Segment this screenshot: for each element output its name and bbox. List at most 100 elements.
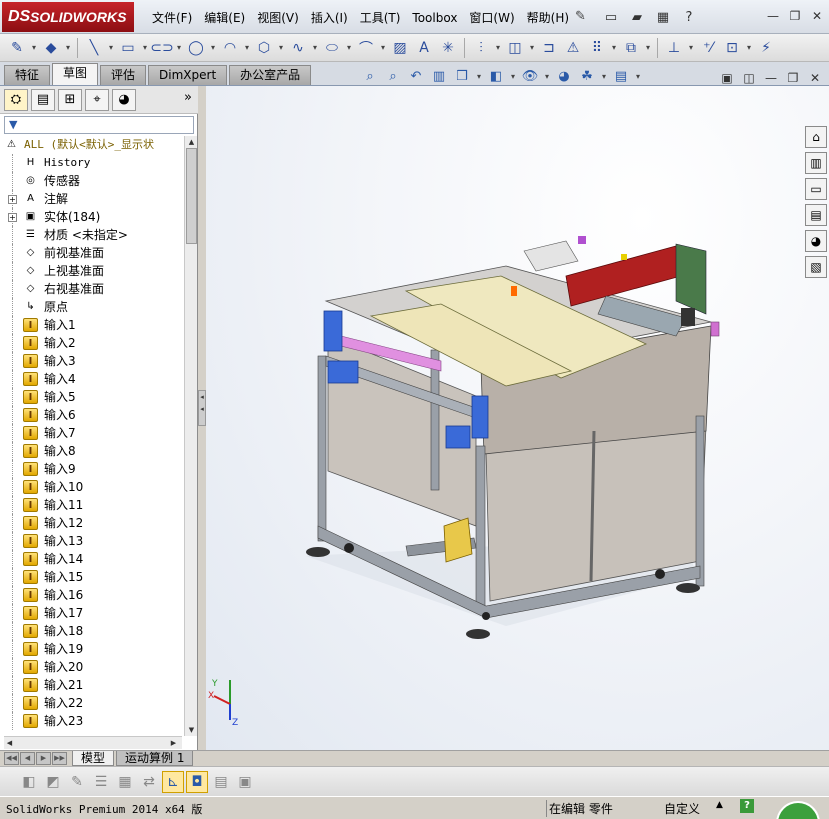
display-style-icon[interactable]: ◧ [486,66,506,86]
slot-icon[interactable]: ⊂⊃ [150,37,173,59]
tab-sketch[interactable]: 草图 [52,63,99,85]
next-tab-icon[interactable]: ▶ [36,752,51,765]
property-manager-tab-icon[interactable]: ▤ [31,88,55,111]
tree-item[interactable]: I 输入8 [0,442,184,460]
display-relations-icon[interactable]: ⊥ [663,37,685,59]
hide-show-items-icon[interactable]: 👁 [520,66,540,86]
tree-item[interactable]: ◎ 传感器 [0,172,184,190]
tree-horizontal-scrollbar[interactable]: ◀ ▶ [4,736,182,749]
feature-manager-tab-icon[interactable]: ⛭ [4,88,28,111]
tree-item[interactable]: I 输入7 [0,424,184,442]
view-palette-icon[interactable]: ▤ [805,204,827,226]
edit-appearance-icon[interactable]: ◕ [554,66,574,86]
tab-office-products[interactable]: 办公室产品 [229,65,312,85]
tree-item[interactable]: ◇ 上视基准面 [0,262,184,280]
scroll-down-icon[interactable]: ▼ [186,724,197,736]
convert-entities-icon[interactable]: ◫ [504,37,526,59]
expand-icon[interactable]: + [8,195,17,204]
menu-toolbox[interactable]: Toolbox [406,8,463,28]
chevron-up-icon[interactable]: ▲ [716,800,723,810]
file-explorer-icon[interactable]: ▭ [805,178,827,200]
trim-icon[interactable]: ⫶ [470,37,492,59]
close-icon[interactable]: ✕ [809,8,825,24]
tree-item[interactable]: ☰ 材质 <未指定> [0,226,184,244]
previous-view-icon[interactable]: ↶ [406,66,426,86]
tree-root[interactable]: ⚠ ALL (默认<默认>_显示状 [0,136,184,154]
tree-item[interactable]: I 输入6 [0,406,184,424]
design-library-icon[interactable]: ▥ [805,152,827,174]
sketch-relations-icon[interactable]: ⊾ [162,770,184,793]
grid-icon[interactable]: ▦ [114,771,136,793]
open-folder-icon[interactable]: ▰ [626,6,648,28]
menu-tools[interactable]: 工具(T) [354,8,407,28]
circle-icon[interactable]: ◯ [185,37,207,59]
prev-tab-icon[interactable]: ◀ [20,752,35,765]
panel-splitter[interactable]: ◂ ◂ [198,390,206,426]
chevron-down-icon[interactable]: ▾ [141,43,149,52]
tree-filter[interactable]: ▼ [4,116,194,134]
help-icon[interactable]: ? [678,6,700,28]
configuration-manager-tab-icon[interactable]: ⊞ [58,88,82,111]
scroll-left-icon[interactable]: ◀ [4,737,15,749]
chevron-down-icon[interactable]: ▾ [528,43,536,52]
tree-item[interactable]: I 输入12 [0,514,184,532]
chevron-down-icon[interactable]: ▾ [175,43,183,52]
tree-item[interactable]: I 输入2 [0,334,184,352]
line-icon[interactable]: ╲ [83,37,105,59]
linear-pattern-icon[interactable]: ⠿ [586,37,608,59]
scroll-right-icon[interactable]: ▶ [168,737,179,749]
help-icon[interactable]: ? [740,799,754,813]
restore-icon[interactable]: ❐ [785,70,801,86]
chevron-down-icon[interactable]: ▾ [243,43,251,52]
offset-icon[interactable]: ⊐ [538,37,560,59]
chevron-down-icon[interactable]: ▾ [345,43,353,52]
tree-item[interactable]: ◇ 右视基准面 [0,280,184,298]
polygon-icon[interactable]: ⬡ [253,37,275,59]
tile-icon[interactable]: ▣ [719,70,735,86]
minimize-icon[interactable]: — [763,70,779,86]
solidworks-resources-icon[interactable]: ⌂ [805,126,827,148]
menu-edit[interactable]: 编辑(E) [198,8,251,28]
chevron-down-icon[interactable]: ▾ [277,43,285,52]
chevron-right-icon[interactable]: » [184,90,192,105]
section-view-icon[interactable]: ▥ [429,66,449,86]
pin-icon[interactable]: ✎ [575,9,591,25]
status-units[interactable]: 自定义 [664,800,700,817]
shaded-icon[interactable]: ◧ [18,771,40,793]
planes-icon[interactable]: ⇄ [138,771,160,793]
tree-item[interactable]: I 输入16 [0,586,184,604]
custom-properties-icon[interactable]: ▧ [805,256,827,278]
quick-snaps-icon[interactable]: ⊡ [721,37,743,59]
rapid-sketch-icon[interactable]: ⚡ [755,37,777,59]
tree-item[interactable]: I 输入22 [0,694,184,712]
repair-sketch-icon[interactable]: ⁺⁄ [697,37,719,59]
chevron-down-icon[interactable]: ▾ [745,43,753,52]
apply-scene-icon[interactable]: ☘ [577,66,597,86]
chevron-down-icon[interactable]: ▾ [687,43,695,52]
last-tab-icon[interactable]: ▶▶ [52,752,67,765]
point-icon[interactable]: ✳ [437,37,459,59]
chevron-down-icon[interactable]: ▾ [644,43,652,52]
tree-item[interactable]: I 输入20 [0,658,184,676]
chevron-down-icon[interactable]: ▾ [610,43,618,52]
view-settings-icon[interactable]: ▤ [611,66,631,86]
graphics-area[interactable]: Y X Z ⌂ ▥ ▭ ▤ ◕ ▧ [206,86,829,750]
display-mode-icon[interactable]: ◘ [186,770,208,793]
menu-view[interactable]: 视图(V) [251,8,305,28]
table-icon[interactable]: ▤ [210,771,232,793]
appearances-icon[interactable]: ◕ [805,230,827,252]
tree-item[interactable]: I 输入13 [0,532,184,550]
chevron-down-icon[interactable]: ▾ [379,43,387,52]
sketch-icon[interactable]: ✎ [6,37,28,59]
chevron-down-icon[interactable]: ▾ [209,43,217,52]
notification-badge[interactable] [776,801,820,819]
dimxpert-manager-tab-icon[interactable]: ⌖ [85,88,109,111]
first-tab-icon[interactable]: ◀◀ [4,752,19,765]
tree-item[interactable]: I 输入4 [0,370,184,388]
tree-item[interactable]: ↳ 原点 [0,298,184,316]
tab-evaluate[interactable]: 评估 [100,65,147,85]
chevron-down-icon[interactable]: ▾ [600,72,608,81]
tile-icon[interactable]: ◫ [741,70,757,86]
scrollbar-thumb[interactable] [186,148,197,244]
restore-icon[interactable]: ❐ [787,8,803,24]
